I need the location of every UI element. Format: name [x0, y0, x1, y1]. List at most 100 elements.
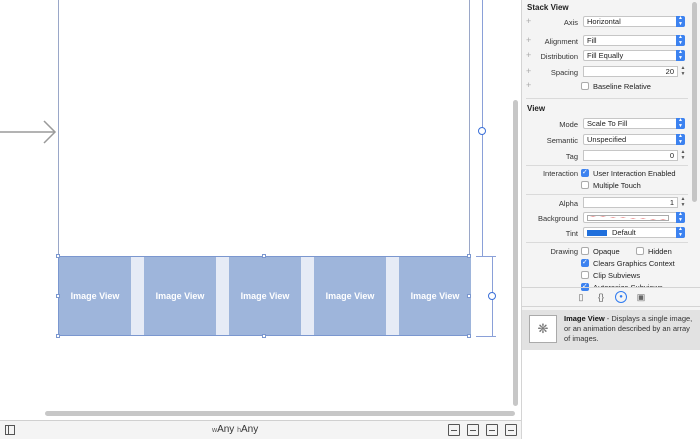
multiple-touch-label: Multiple Touch: [593, 181, 641, 190]
inspector-scrollbar[interactable]: [692, 2, 697, 202]
axis-label: Axis: [563, 18, 578, 27]
user-interaction-label: User Interaction Enabled: [593, 169, 676, 178]
chevron-updown-icon: ▲ ▼: [676, 117, 685, 129]
horizontal-scrollbar[interactable]: [45, 411, 515, 416]
opaque-checkbox[interactable]: [581, 247, 589, 255]
constraint-handle-lower[interactable]: [488, 292, 496, 300]
tag-field[interactable]: 0: [583, 150, 678, 161]
resolve-issues-icon[interactable]: [505, 424, 517, 436]
spacing-stepper[interactable]: ▲ ▼: [680, 65, 686, 77]
document-outline-icon[interactable]: [5, 425, 15, 435]
semantic-popup[interactable]: Unspecified ▲ ▼: [583, 133, 685, 145]
resize-handle[interactable]: [467, 294, 471, 298]
object-library-icon[interactable]: ●: [615, 291, 627, 303]
axis-popup[interactable]: Horizontal ▲ ▼: [583, 15, 685, 27]
library-tab-bar: ▯ {} ● ▣: [522, 287, 700, 307]
distribution-popup[interactable]: Fill Equally ▲ ▼: [583, 49, 685, 61]
background-color-swatch: [587, 215, 669, 221]
interaction-label: Interaction: [542, 169, 578, 178]
alpha-field[interactable]: 1: [583, 197, 678, 208]
baseline-relative-checkbox[interactable]: [581, 82, 589, 90]
chevron-updown-icon: ▲ ▼: [676, 34, 685, 46]
hidden-label: Hidden: [648, 247, 672, 256]
code-braces-icon[interactable]: {}: [595, 291, 607, 303]
stack-icon[interactable]: [448, 424, 460, 436]
opaque-label: Opaque: [593, 247, 620, 256]
media-library-icon[interactable]: ▣: [635, 291, 647, 303]
mode-label: Mode: [559, 120, 578, 129]
constraint-handle[interactable]: [478, 127, 486, 135]
image-view[interactable]: Image View: [229, 257, 301, 335]
chevron-updown-icon: ▲ ▼: [676, 49, 685, 61]
resize-handle[interactable]: [467, 334, 471, 338]
clip-subviews-label: Clip Subviews: [593, 271, 641, 280]
resize-handle[interactable]: [467, 254, 471, 258]
library-item-image-view[interactable]: ❋ Image View - Displays a single image, …: [522, 310, 700, 350]
constraint-tick-bottom: [476, 336, 496, 337]
stack-view-section-title: Stack View: [527, 3, 569, 12]
resize-handle[interactable]: [262, 334, 266, 338]
alpha-label: Alpha: [558, 199, 578, 208]
height-value: Any: [240, 424, 259, 435]
divider: [526, 194, 688, 195]
resize-handle[interactable]: [56, 294, 60, 298]
drawing-label: Drawing: [550, 247, 578, 256]
view-controller-frame[interactable]: [58, 0, 470, 258]
tint-color-popup[interactable]: Default ▲ ▼: [583, 226, 685, 238]
axis-value: Horizontal: [587, 17, 621, 26]
tint-label: Tint: [565, 229, 578, 238]
baseline-relative-label: Baseline Relative: [593, 82, 651, 91]
storyboard-canvas[interactable]: Image View Image View Image View Image V…: [0, 0, 521, 420]
clears-graphics-checkbox[interactable]: [581, 258, 589, 267]
spacing-field[interactable]: 20: [583, 66, 678, 77]
user-interaction-checkbox[interactable]: [581, 168, 589, 177]
plus-icon[interactable]: +: [526, 81, 531, 90]
clip-subviews-checkbox[interactable]: [581, 271, 589, 279]
image-view[interactable]: Image View: [399, 257, 471, 335]
spacing-label: Spacing: [550, 68, 578, 77]
multiple-touch-checkbox[interactable]: [581, 181, 589, 189]
width-value: Any: [217, 424, 235, 435]
semantic-label: Semantic: [546, 136, 578, 145]
pin-icon[interactable]: [486, 424, 498, 436]
alpha-stepper[interactable]: ▲ ▼: [680, 196, 686, 208]
clears-graphics-label: Clears Graphics Context: [593, 259, 675, 268]
image-view[interactable]: Image View: [144, 257, 216, 335]
image-view-thumbnail-icon: ❋: [529, 315, 557, 343]
entry-arrow-icon: [0, 120, 57, 144]
image-view-label: Image View: [240, 291, 290, 301]
tint-value: Default: [612, 228, 636, 237]
vertical-scrollbar[interactable]: [513, 100, 518, 406]
file-inspector-icon[interactable]: ▯: [575, 291, 587, 303]
chevron-updown-icon: ▲ ▼: [676, 211, 685, 223]
image-view[interactable]: Image View: [314, 257, 386, 335]
image-view-label: Image View: [410, 291, 460, 301]
image-view-label: Image View: [155, 291, 205, 301]
mode-value: Scale To Fill: [587, 119, 628, 128]
hidden-checkbox[interactable]: [636, 247, 644, 255]
distribution-label: Distribution: [540, 52, 578, 61]
tag-stepper[interactable]: ▲ ▼: [680, 149, 686, 161]
divider: [526, 98, 688, 99]
divider: [526, 165, 688, 166]
align-icon[interactable]: [467, 424, 479, 436]
image-view[interactable]: Image View: [59, 257, 131, 335]
background-label: Background: [537, 214, 578, 223]
image-view-label: Image View: [325, 291, 375, 301]
background-color-popup[interactable]: ▲ ▼: [583, 211, 685, 223]
stack-view[interactable]: Image View Image View Image View Image V…: [58, 256, 471, 336]
mode-popup[interactable]: Scale To Fill ▲ ▼: [583, 117, 685, 129]
alignment-popup[interactable]: Fill ▲ ▼: [583, 34, 685, 46]
resize-handle[interactable]: [262, 254, 266, 258]
image-view-label: Image View: [70, 291, 120, 301]
canvas-bottom-bar: wAny hAny: [0, 420, 521, 439]
tint-color-swatch: [587, 230, 607, 236]
resize-handle[interactable]: [56, 334, 60, 338]
view-section-title: View: [527, 104, 546, 113]
constraint-tick-top: [476, 256, 496, 257]
size-class-button[interactable]: wAny hAny: [212, 424, 258, 435]
resize-handle[interactable]: [56, 254, 60, 258]
semantic-value: Unspecified: [587, 135, 627, 144]
chevron-updown-icon: ▲ ▼: [676, 133, 685, 145]
library-item-title: Image View: [564, 314, 605, 323]
